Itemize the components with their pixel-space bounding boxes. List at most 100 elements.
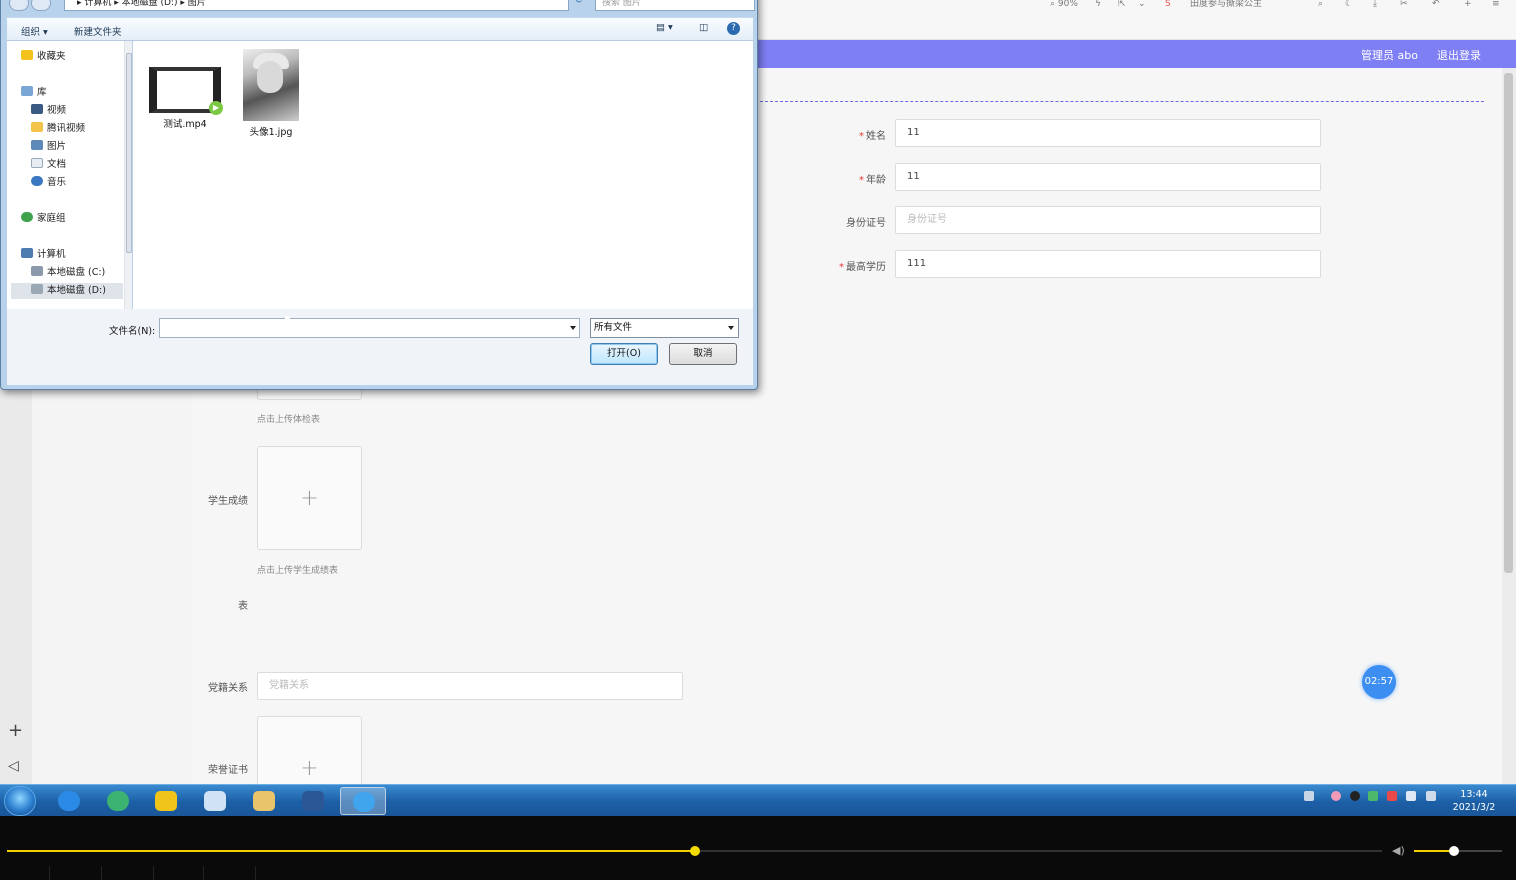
music-icon [31,176,43,186]
keyboard-icon[interactable] [1304,791,1314,801]
photo-file-icon [243,49,299,121]
chevron-down-icon [728,326,734,330]
nav-libraries[interactable]: 库 [21,85,47,101]
taskbar-browser[interactable] [95,787,141,815]
zoom-indicator[interactable]: ⌕ 90% [1050,0,1078,12]
view-options-icon[interactable]: ▤ ▾ [656,22,673,33]
plus-icon: + [300,756,319,781]
flash-icon[interactable]: ϟ [1095,0,1101,12]
tray-alert-icon[interactable] [1387,791,1397,801]
grades-upload-box[interactable]: + [257,446,362,550]
organize-button[interactable]: 组织 ▾ [21,24,48,38]
collapse-icon[interactable]: ◁ [8,758,19,774]
admin-label[interactable]: 管理员 abo [1361,47,1418,63]
search-engine-icon[interactable]: S [1165,0,1171,12]
forward-button[interactable] [31,0,51,11]
help-icon[interactable]: ? [727,22,740,35]
page-scrollbar[interactable] [1502,68,1516,784]
education-input[interactable]: 111 [895,250,1321,278]
mute-icon[interactable]: ◀) [1392,844,1405,857]
volume-icon[interactable] [1406,791,1416,801]
scrollbar-thumb[interactable] [1504,73,1513,573]
active-app-icon [353,792,375,812]
computer-icon [21,248,33,258]
refresh-icon[interactable]: ⟳ [571,0,589,11]
hot-search-text[interactable]: 田度参与撕梁公主 [1190,0,1262,12]
nav-libraries-label: 库 [37,87,47,98]
nav-documents-label: 文档 [47,159,67,170]
name-label-text: 姓名 [866,131,886,142]
photo-face [257,61,283,93]
party-input[interactable]: 党籍关系 [257,672,683,700]
notepad-icon [204,791,226,811]
nav-pictures[interactable]: 图片 [31,139,66,155]
open-button[interactable]: 打开(O) [590,343,658,365]
file-item-video[interactable]: ▶ 测试.mp4 [145,67,225,130]
back-button[interactable] [9,0,29,11]
taskbar-player[interactable] [143,787,189,815]
file-item-photo[interactable]: 头像1.jpg [231,49,311,138]
download-icon[interactable]: ⤓ [1373,0,1377,12]
name-input[interactable]: 11 [895,119,1321,147]
honor-upload-box[interactable]: + [257,716,362,784]
nav-favorites[interactable]: 收藏夹 [21,49,66,65]
tray-player-icon[interactable] [1368,791,1378,801]
nav-videos[interactable]: 视频 [31,103,66,119]
night-mode-icon[interactable]: ☾ [1345,0,1353,12]
age-input[interactable]: 11 [895,163,1321,191]
file-type-select[interactable]: 所有文件 [590,318,739,338]
nav-scrollbar-thumb[interactable] [126,53,132,253]
chevron-down-icon[interactable]: ⌄ [1138,0,1146,12]
qq-icon[interactable] [1350,791,1360,801]
volume-handle[interactable] [1448,846,1459,856]
nav-drive-d[interactable]: 本地磁盘 (D:) [11,283,123,299]
address-bar[interactable]: ▸ 计算机 ▸ 本地磁盘 (D:) ▸ 图片 [64,0,569,11]
filename-input[interactable] [159,318,580,338]
preview-pane-icon[interactable]: ◫ [699,22,708,33]
id-card-input[interactable]: 身份证号 [895,206,1321,234]
player-control[interactable] [50,866,102,880]
tray-app-icon[interactable] [1331,791,1341,801]
player-control[interactable] [154,866,204,880]
cancel-button[interactable]: 取消 [669,343,737,365]
nav-homegroup[interactable]: 家庭组 [21,211,66,227]
honor-label: 荣誉证书 [208,765,248,776]
player-control[interactable] [0,866,50,880]
name-label: * 姓名 [859,131,886,142]
plus-icon[interactable]: + [1464,0,1472,12]
undo-icon[interactable]: ↶ [1432,0,1440,12]
taskbar-paint[interactable] [241,787,287,815]
nav-music[interactable]: 音乐 [31,175,66,191]
nav-computer[interactable]: 计算机 [21,247,66,263]
chevron-down-icon[interactable] [570,326,576,330]
player-control[interactable] [204,866,256,880]
add-icon[interactable]: + [8,720,23,741]
id-card-label: 身份证号 [846,218,886,229]
new-folder-button[interactable]: 新建文件夹 [74,24,122,38]
zoom-level: 90% [1057,0,1078,9]
player-control[interactable] [102,866,154,880]
nav-scrollbar[interactable] [124,41,132,309]
player-icon [155,791,177,811]
menu-icon[interactable]: ≡ [1492,0,1500,12]
taskbar-word[interactable] [290,787,336,815]
network-icon[interactable] [1426,791,1436,801]
seek-handle[interactable] [689,846,700,856]
taskbar-ie[interactable] [46,787,92,815]
nav-documents[interactable]: 文档 [31,157,66,173]
taskbar-clock[interactable]: 13:44 2021/3/2 [1448,788,1500,814]
nav-tencent-video[interactable]: 腾讯视频 [31,121,85,137]
logout-link[interactable]: 退出登录 [1437,47,1481,63]
nav-drive-c[interactable]: 本地磁盘 (C:) [31,265,105,281]
paint-icon [253,791,275,811]
taskbar-notepad[interactable] [192,787,238,815]
taskbar-active-app[interactable] [340,787,386,815]
scissors-icon[interactable]: ✂ [1400,0,1408,12]
address-row: ▸ 计算机 ▸ 本地磁盘 (D:) ▸ 图片 ⟳ 搜索 图片 [9,0,755,11]
timer-bubble[interactable]: 02:57 [1362,665,1396,699]
start-button[interactable] [4,786,36,816]
nav-drive-d-label: 本地磁盘 (D:) [47,285,106,296]
search-icon[interactable]: ⌕ [1318,0,1323,12]
share-icon[interactable]: ⇱ [1118,0,1126,12]
search-input[interactable]: 搜索 图片 [595,0,755,11]
